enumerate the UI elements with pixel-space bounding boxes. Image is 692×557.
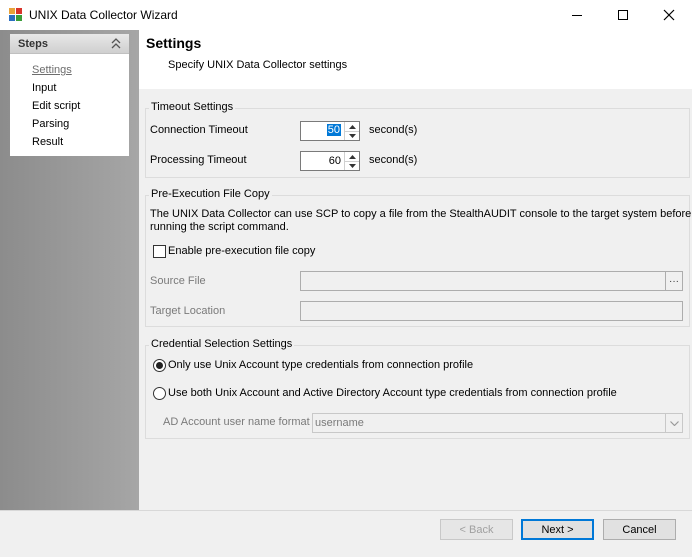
processing-timeout-unit: second(s) bbox=[369, 154, 418, 166]
step-item-edit-script[interactable]: Edit script bbox=[32, 100, 80, 112]
close-icon bbox=[663, 9, 675, 21]
step-item-parsing[interactable]: Parsing bbox=[32, 118, 69, 130]
connection-timeout-value[interactable]: 50 bbox=[326, 124, 341, 136]
spin-up-icon[interactable] bbox=[345, 122, 359, 131]
close-button[interactable] bbox=[646, 0, 692, 30]
spin-up-icon[interactable] bbox=[345, 152, 359, 161]
steps-header-label: Steps bbox=[18, 38, 48, 50]
wizard-footer: < Back Next > Cancel bbox=[0, 510, 692, 557]
processing-timeout-value[interactable]: 60 bbox=[329, 155, 341, 167]
spinner-arrows[interactable] bbox=[344, 122, 359, 140]
source-file-field[interactable]: ··· bbox=[300, 271, 683, 291]
window-title: UNIX Data Collector Wizard bbox=[29, 8, 178, 22]
browse-button[interactable]: ··· bbox=[665, 272, 682, 290]
app-icon bbox=[9, 8, 23, 22]
next-button[interactable]: Next > bbox=[521, 519, 594, 540]
connection-timeout-unit: second(s) bbox=[369, 124, 418, 136]
steps-box: Steps Settings Input Edit script Parsing… bbox=[10, 34, 129, 156]
credentials-title: Credential Selection Settings bbox=[149, 338, 295, 350]
enable-preexec-checkbox[interactable] bbox=[153, 245, 166, 258]
enable-preexec-label[interactable]: Enable pre-execution file copy bbox=[168, 245, 315, 257]
steps-panel: Steps Settings Input Edit script Parsing… bbox=[0, 30, 139, 510]
maximize-icon bbox=[618, 10, 628, 20]
source-file-label: Source File bbox=[150, 275, 206, 287]
target-location-label: Target Location bbox=[150, 305, 226, 317]
ad-format-label: AD Account user name format bbox=[163, 416, 310, 428]
preexec-title: Pre-Execution File Copy bbox=[149, 188, 272, 200]
timeout-settings-group bbox=[145, 108, 690, 178]
processing-timeout-spinner[interactable]: 60 bbox=[300, 151, 360, 171]
back-button[interactable]: < Back bbox=[440, 519, 513, 540]
cancel-button[interactable]: Cancel bbox=[603, 519, 676, 540]
unix-only-label[interactable]: Only use Unix Account type credentials f… bbox=[168, 359, 473, 371]
chevron-down-icon[interactable] bbox=[665, 414, 682, 432]
title-bar: UNIX Data Collector Wizard bbox=[0, 0, 692, 30]
step-item-settings[interactable]: Settings bbox=[32, 64, 72, 76]
unix-and-ad-label[interactable]: Use both Unix Account and Active Directo… bbox=[168, 387, 617, 399]
processing-timeout-label: Processing Timeout bbox=[150, 154, 247, 166]
ad-format-select[interactable]: username bbox=[312, 413, 683, 433]
minimize-button[interactable] bbox=[554, 0, 600, 30]
page-title: Settings bbox=[146, 35, 202, 51]
spin-down-icon[interactable] bbox=[345, 131, 359, 140]
ad-format-value: username bbox=[315, 417, 364, 429]
spinner-arrows[interactable] bbox=[344, 152, 359, 170]
steps-header[interactable]: Steps bbox=[10, 34, 129, 54]
maximize-button[interactable] bbox=[600, 0, 646, 30]
double-chevron-up-icon[interactable] bbox=[111, 38, 121, 49]
step-item-result[interactable]: Result bbox=[32, 136, 63, 148]
timeout-settings-title: Timeout Settings bbox=[149, 101, 236, 113]
step-item-input[interactable]: Input bbox=[32, 82, 56, 94]
preexec-description-line2: running the script command. bbox=[150, 221, 289, 233]
spin-down-icon[interactable] bbox=[345, 161, 359, 170]
ellipsis-icon: ··· bbox=[669, 275, 679, 287]
connection-timeout-label: Connection Timeout bbox=[150, 124, 248, 136]
unix-and-ad-radio[interactable] bbox=[153, 387, 166, 400]
preexec-description-line1: The UNIX Data Collector can use SCP to c… bbox=[150, 208, 692, 220]
minimize-icon bbox=[572, 15, 582, 16]
page-subtitle: Specify UNIX Data Collector settings bbox=[168, 59, 348, 71]
unix-only-radio[interactable] bbox=[153, 359, 166, 372]
connection-timeout-spinner[interactable]: 50 bbox=[300, 121, 360, 141]
target-location-field[interactable] bbox=[300, 301, 683, 321]
